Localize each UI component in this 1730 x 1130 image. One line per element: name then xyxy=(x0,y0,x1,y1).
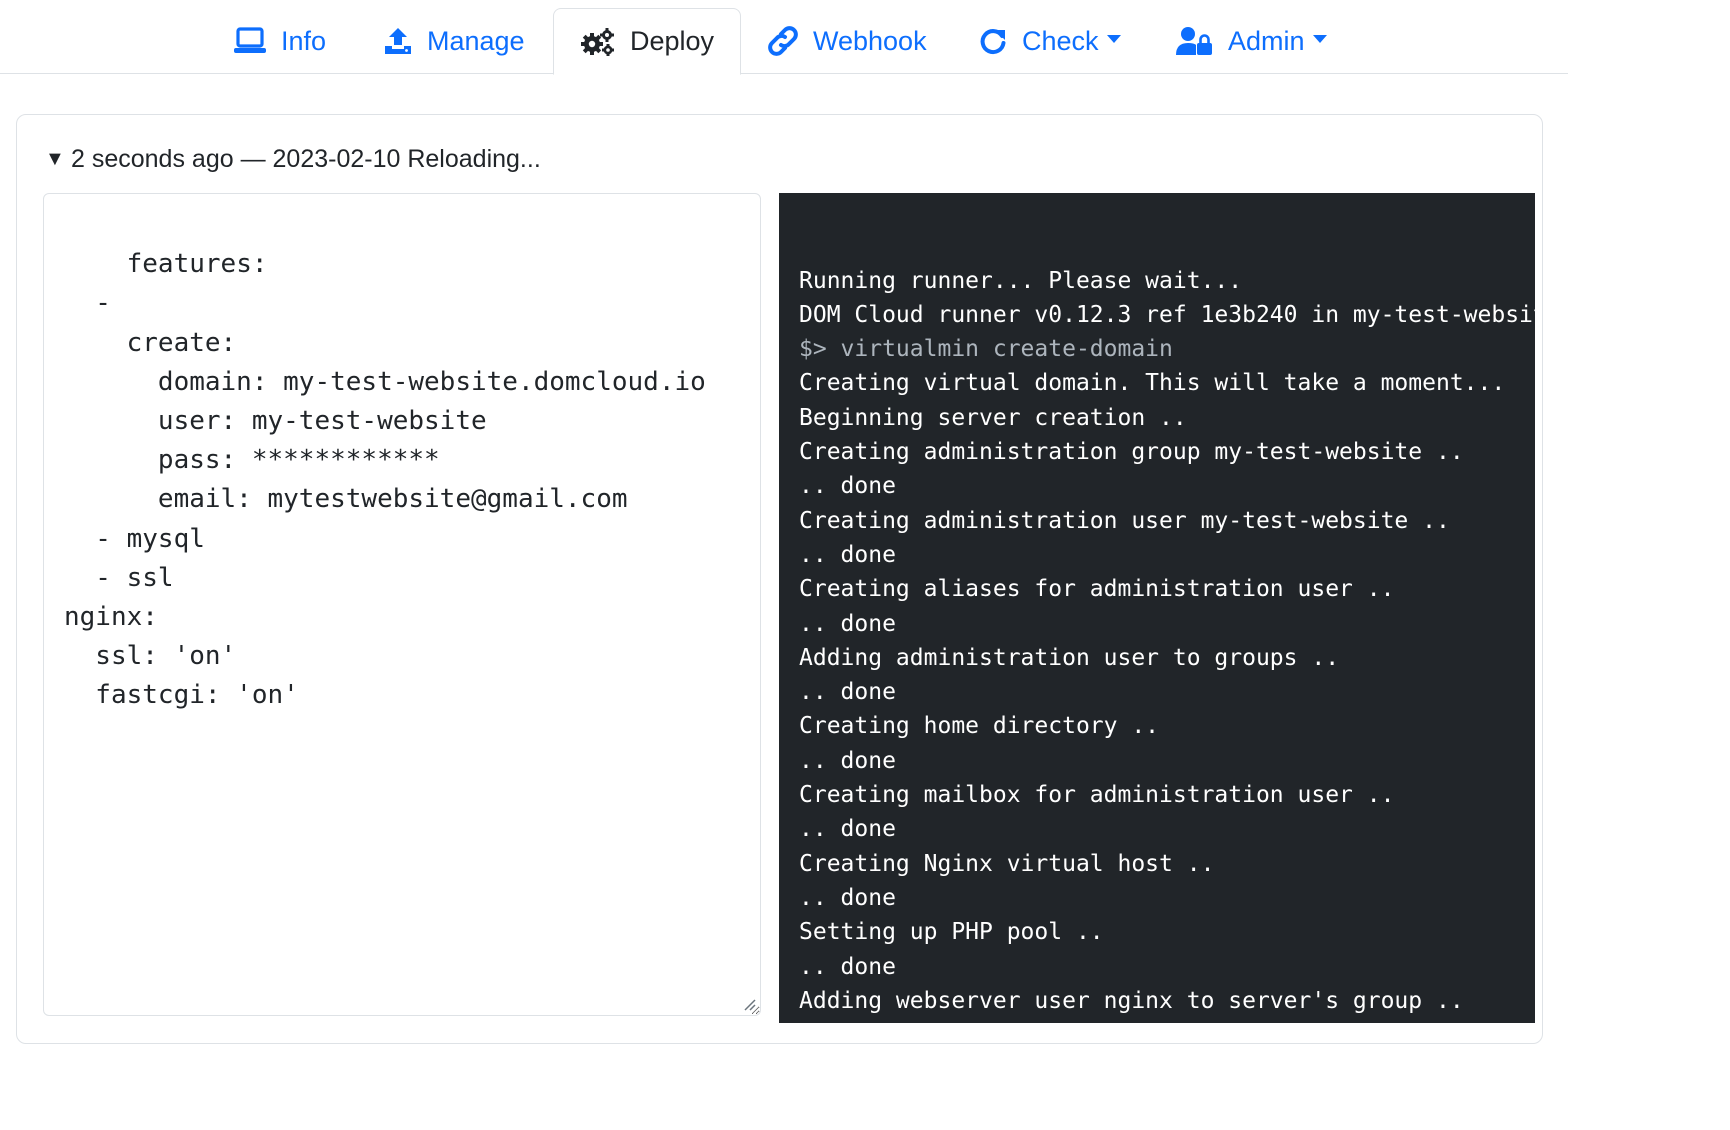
log-line: .. done xyxy=(799,610,896,637)
chevron-down-icon xyxy=(1312,35,1327,43)
tab-deploy[interactable]: Deploy xyxy=(553,8,742,75)
deployment-card: ▼ 2 seconds ago — 2023-02-10 Reloading..… xyxy=(16,114,1543,1044)
log-line: .. done xyxy=(799,679,896,706)
tab-info-label: Info xyxy=(281,25,327,56)
log-line: Creating mailbox for administration user… xyxy=(799,782,1395,809)
log-line: .. done xyxy=(799,541,896,568)
log-line: .. done xyxy=(799,473,896,500)
upload-icon xyxy=(385,28,411,54)
tab-manage[interactable]: Manage xyxy=(357,8,551,74)
config-editor[interactable]: features: - create: domain: my-test-webs… xyxy=(43,193,761,1016)
tab-deploy-label: Deploy xyxy=(630,26,715,56)
tab-webhook-label: Webhook xyxy=(813,25,927,56)
log-line: Creating virtual domain. This will take … xyxy=(799,370,1506,397)
deployment-summary: 2 seconds ago — 2023-02-10 Reloading... xyxy=(71,145,541,173)
log-line: Creating administration user my-test-web… xyxy=(799,507,1450,534)
tab-admin[interactable]: Admin xyxy=(1150,8,1353,74)
log-line: Creating home directory .. xyxy=(799,713,1160,740)
log-line: Running runner... Please wait... xyxy=(799,267,1243,294)
deploy-log-terminal: Running runner... Please wait... DOM Clou… xyxy=(779,193,1535,1023)
log-line: DOM Cloud runner v0.12.3 ref 1e3b240 in … xyxy=(799,301,1535,328)
tab-manage-label: Manage xyxy=(427,25,525,56)
refresh-icon xyxy=(980,29,1006,55)
chevron-down-icon xyxy=(1106,35,1121,43)
triangle-down-icon: ▼ xyxy=(45,148,65,170)
log-line: Adding webserver user nginx to server's … xyxy=(799,987,1464,1014)
log-line: Creating aliases for administration user… xyxy=(799,576,1395,603)
deployment-summary-toggle[interactable]: ▼ 2 seconds ago — 2023-02-10 Reloading..… xyxy=(45,145,541,174)
config-text: features: - create: domain: my-test-webs… xyxy=(64,249,706,711)
tab-admin-label: Admin xyxy=(1228,25,1305,56)
link-icon xyxy=(768,26,798,56)
nav-tabs: Info Manage Deploy Webhook Check Admin xyxy=(0,0,1568,75)
user-lock-icon xyxy=(1176,27,1212,55)
tab-check[interactable]: Check xyxy=(952,8,1147,74)
log-line: .. done xyxy=(799,953,896,980)
log-line: Setting up PHP pool .. xyxy=(799,919,1104,946)
tab-webhook[interactable]: Webhook xyxy=(741,8,953,74)
log-line: Adding administration user to groups .. xyxy=(799,644,1340,671)
log-line: Beginning server creation .. xyxy=(799,404,1187,431)
log-line: $> virtualmin create-domain xyxy=(799,336,1173,363)
log-line: Creating administration group my-test-we… xyxy=(799,439,1464,466)
log-line: .. done xyxy=(799,1018,1535,1023)
log-line: Creating Nginx virtual host .. xyxy=(799,850,1215,877)
log-line: .. done xyxy=(799,747,896,774)
tab-check-label: Check xyxy=(1022,25,1099,56)
log-line: .. done xyxy=(799,816,896,843)
log-line: .. done xyxy=(799,884,896,911)
gears-icon xyxy=(581,27,614,56)
log-lines: Running runner... Please wait... DOM Clou… xyxy=(799,264,1535,1023)
resize-handle-icon[interactable] xyxy=(742,997,756,1011)
tab-info[interactable]: Info xyxy=(207,8,352,74)
laptop-icon xyxy=(234,27,266,53)
